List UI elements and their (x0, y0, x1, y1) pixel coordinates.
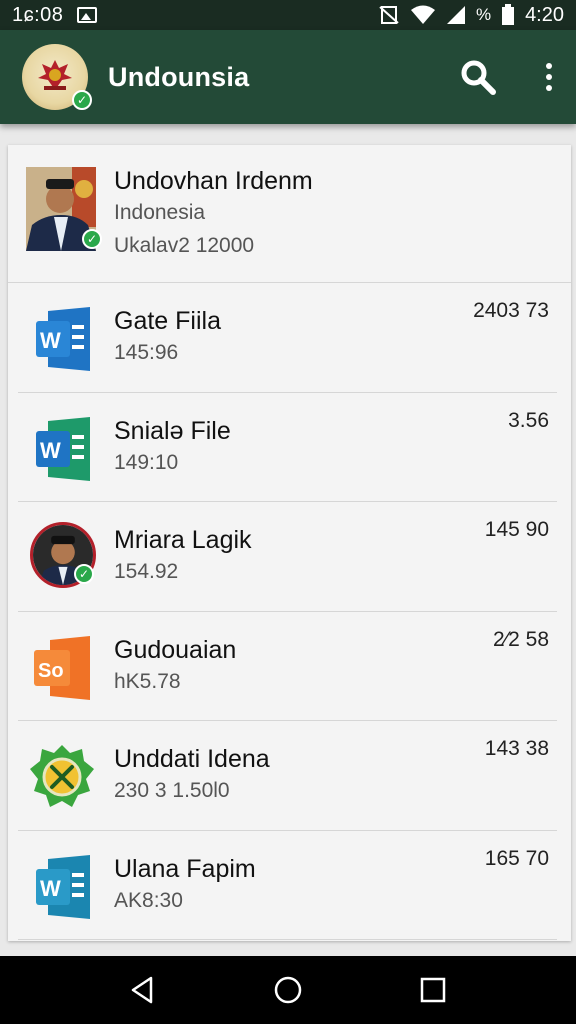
profile-detail: Ukalav2 12000 (114, 234, 255, 257)
item-sub: hK5.78 (114, 669, 181, 693)
more-vert-icon[interactable] (544, 60, 554, 94)
svg-text:W: W (40, 328, 61, 353)
search-icon[interactable] (458, 57, 498, 97)
list-item[interactable]: So Gudouaian hK5.78 2⁄2 58 (8, 612, 571, 722)
image-notification-icon (77, 7, 98, 23)
item-amount: 3.56 (508, 408, 549, 432)
signal-icon (446, 6, 465, 24)
profile-photo: ✓ (26, 167, 102, 251)
item-amount: 2403 73 (473, 299, 549, 322)
file-list: ✓ Undovhan Irdenm Indonesia Ukalav2 1200… (8, 145, 571, 941)
verified-badge-icon: ✓ (74, 564, 94, 584)
profile-country: Indonesia (114, 201, 206, 224)
status-clock: 4:20 (525, 3, 564, 26)
item-name: Gate Fiila (114, 307, 221, 335)
app-bar: ✓ Undounsia (0, 30, 576, 124)
item-name: Ulana Fapim (114, 854, 256, 883)
list-item[interactable]: W Gate Fiila 145:96 2403 73 (8, 283, 571, 393)
back-icon[interactable] (123, 970, 163, 1010)
recents-icon[interactable] (413, 970, 453, 1010)
profile-name: Undovhan Irdenm (114, 167, 313, 195)
item-sub: AK8:30 (114, 888, 183, 912)
item-name: Mriara Lagik (114, 526, 252, 554)
navigation-bar (0, 956, 576, 1024)
item-name: Gudouaian (114, 635, 237, 664)
wifi-icon (410, 5, 435, 24)
profile-row[interactable]: ✓ Undovhan Irdenm Indonesia Ukalav2 1200… (8, 145, 571, 283)
garuda-emblem-icon (38, 60, 72, 90)
item-sub: 230 3 1.50l0 (114, 779, 230, 802)
word-doc-icon: W (36, 854, 90, 919)
list-item[interactable]: W Snialə File 149:10 3.56 (8, 393, 571, 503)
item-amount: 165 70 (484, 846, 549, 870)
office-app-icon: So (34, 635, 90, 700)
status-time-left: 1ɕ:08 (12, 3, 64, 26)
verified-badge-icon: ✓ (82, 229, 102, 249)
status-indicators: % 4:20 (378, 4, 564, 27)
svg-text:W: W (40, 876, 61, 901)
profile-text: Undovhan Irdenm Indonesia Ukalav2 12000 (114, 165, 313, 263)
battery-percent: % (475, 5, 492, 24)
item-amount: 145 90 (484, 518, 549, 541)
word-doc-icon: W (36, 307, 90, 371)
item-name: Unddati Idena (114, 745, 270, 773)
verified-badge-icon: ✓ (72, 90, 92, 110)
item-amount: 143 38 (484, 737, 549, 760)
item-amount: 2⁄2 58 (492, 627, 549, 651)
svg-text:So: So (38, 660, 64, 682)
app-avatar[interactable]: ✓ (22, 44, 92, 110)
word-doc-icon: W (36, 416, 90, 481)
item-sub: 145:96 (114, 341, 179, 364)
list-item[interactable]: ✓ Mriara Lagik 154.92 145 90 (8, 502, 571, 612)
home-icon[interactable] (268, 970, 308, 1010)
list-item[interactable]: Unddati Idena 230 3 1.50l0 143 38 (8, 721, 571, 831)
battery-icon (502, 4, 515, 25)
item-name: Snialə File (114, 416, 231, 445)
app-title: Undounsia (108, 61, 250, 92)
list-item[interactable]: W Ulana Fapim AK8:30 165 70 (8, 831, 571, 941)
item-sub: 154.92 (114, 560, 179, 583)
no-sim-icon (379, 6, 399, 24)
svg-text:W: W (40, 438, 61, 463)
app-actions (458, 57, 554, 97)
status-bar: 1ɕ:08 % 4:20 (0, 0, 576, 30)
green-badge-icon (30, 745, 94, 807)
item-sub: 149:10 (114, 450, 179, 474)
